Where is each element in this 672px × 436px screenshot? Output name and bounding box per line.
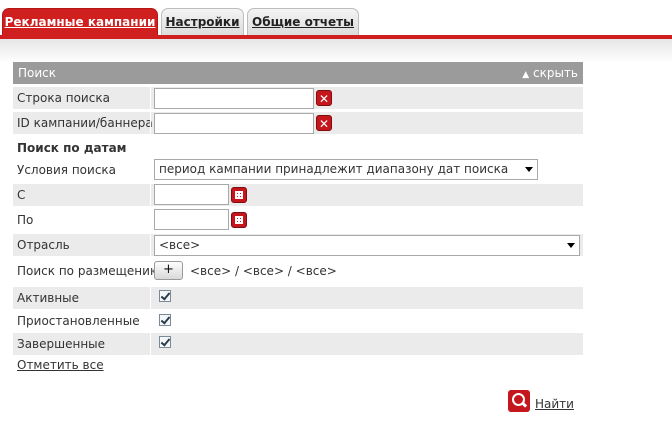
row-finished: Завершенные — [13, 333, 583, 355]
divider — [150, 333, 151, 355]
placement-label: Поиск по размещению — [17, 264, 161, 278]
industry-label: Отрасль — [17, 238, 70, 252]
active-label: Активные — [17, 291, 80, 305]
date-to-input[interactable] — [154, 209, 229, 230]
hide-panel-link[interactable]: ▲ скрыть — [522, 62, 578, 86]
date-search-title: Поиск по датам — [17, 141, 127, 155]
conditions-value: период кампании принадлежит диапазону да… — [159, 162, 509, 176]
chevron-down-icon — [567, 243, 575, 248]
date-to-label: По — [17, 213, 34, 227]
conditions-select[interactable]: период кампании принадлежит диапазону да… — [154, 159, 538, 180]
calendar-icon[interactable] — [231, 187, 247, 203]
triangle-up-icon: ▲ — [522, 70, 530, 80]
divider — [150, 112, 151, 134]
id-input[interactable] — [154, 113, 314, 134]
tab-reports[interactable]: Общие отчеты — [247, 8, 359, 36]
calendar-icon[interactable] — [231, 212, 247, 228]
tab-settings[interactable]: Настройки — [161, 8, 244, 36]
paused-label: Приостановленные — [17, 314, 140, 328]
industry-value: <все> — [159, 238, 201, 252]
row-paused: Приостановленные — [13, 310, 583, 332]
industry-select[interactable]: <все> — [154, 235, 580, 256]
active-checkbox[interactable] — [159, 290, 171, 302]
search-panel-header: Поиск ▲ скрыть — [13, 62, 583, 84]
hide-label: скрыть — [533, 66, 578, 80]
tab-bar: Рекламные кампании Настройки Общие отчет… — [0, 0, 672, 36]
search-string-label: Строка поиска — [17, 91, 110, 105]
row-active: Активные — [13, 287, 583, 309]
search-icon[interactable] — [508, 390, 530, 412]
find-link[interactable]: Найти — [535, 397, 574, 411]
finished-checkbox[interactable] — [159, 336, 171, 348]
divider — [150, 234, 151, 256]
row-date-to: По — [13, 209, 583, 231]
tab-campaigns[interactable]: Рекламные кампании — [2, 8, 158, 36]
finished-label: Завершенные — [17, 337, 106, 351]
date-from-input[interactable] — [154, 184, 229, 205]
header-shadow — [0, 39, 672, 63]
divider — [150, 184, 151, 206]
chevron-down-icon — [525, 167, 533, 172]
search-input[interactable] — [154, 88, 314, 109]
paused-checkbox[interactable] — [159, 314, 171, 326]
date-from-label: С — [17, 188, 26, 202]
divider — [150, 87, 151, 109]
add-placement-button[interactable]: + — [154, 261, 183, 280]
panel-title: Поиск — [18, 66, 57, 80]
conditions-label: Условия поиска — [17, 163, 117, 177]
clear-id-button[interactable]: ✕ — [316, 115, 332, 131]
row-date-from: С — [13, 184, 583, 206]
divider — [150, 287, 151, 309]
check-all-link[interactable]: Отметить все — [17, 358, 104, 372]
placement-value: <все> / <все> / <все> — [190, 264, 337, 278]
clear-search-button[interactable]: ✕ — [316, 90, 332, 106]
id-label: ID кампании/баннера — [17, 116, 153, 130]
